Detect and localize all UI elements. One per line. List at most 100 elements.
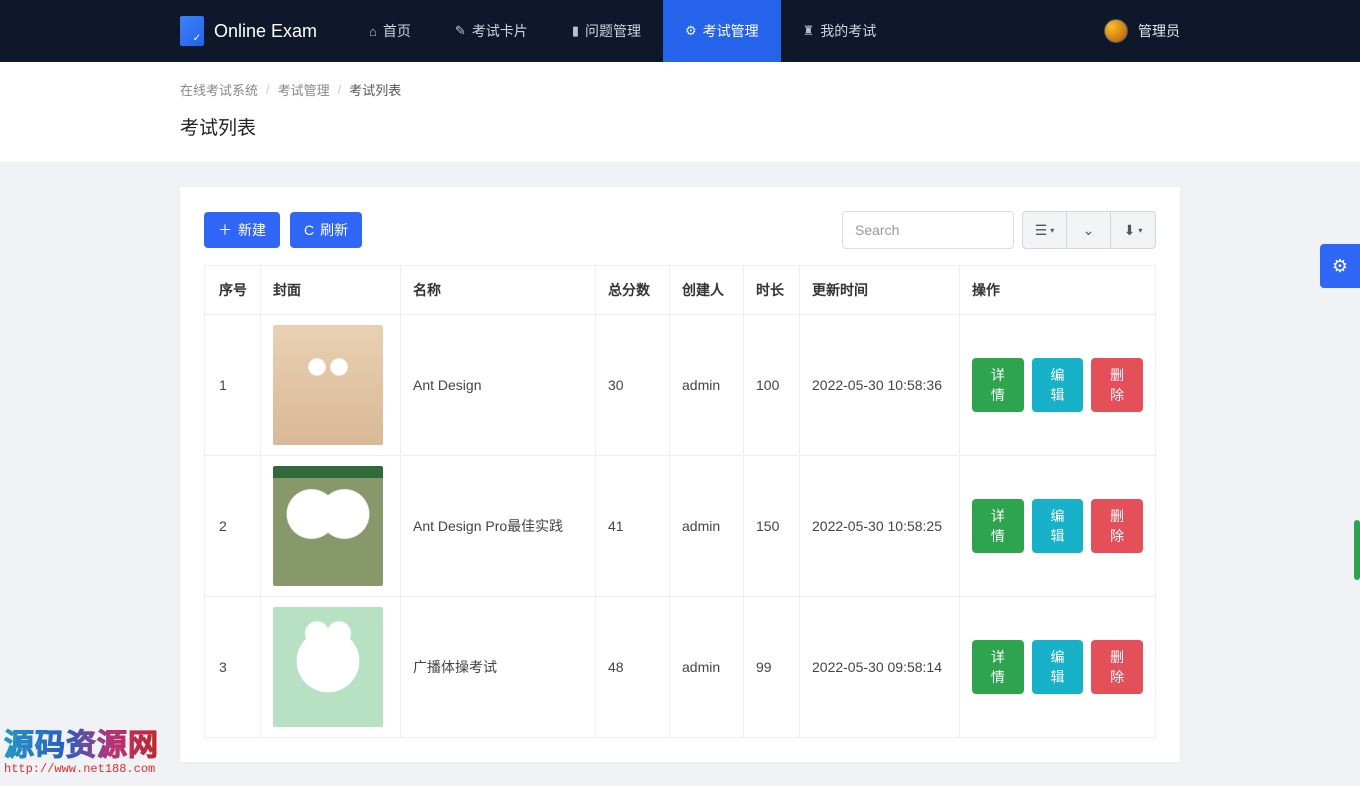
cell-total: 30 xyxy=(596,315,670,456)
plus-icon: ＋ xyxy=(218,220,232,240)
cell-index: 1 xyxy=(205,315,261,456)
detail-button[interactable]: 详情 xyxy=(972,640,1024,694)
col-total: 总分数 xyxy=(596,266,670,315)
cell-actions: 详情 编辑 删除 xyxy=(960,597,1156,738)
cell-actions: 详情 编辑 删除 xyxy=(960,315,1156,456)
search-input[interactable] xyxy=(842,211,1014,249)
new-button[interactable]: ＋ 新建 xyxy=(204,212,280,248)
caret-down-icon: ▾ xyxy=(1050,226,1054,235)
table-row: 3 广播体操考试 48 admin 99 2022-05-30 09:58:14… xyxy=(205,597,1156,738)
home-icon: ⌂ xyxy=(369,24,377,39)
cell-duration: 100 xyxy=(744,315,800,456)
settings-fab[interactable]: ⚙ xyxy=(1320,244,1360,288)
cell-duration: 99 xyxy=(744,597,800,738)
page-header: 在线考试系统 / 考试管理 / 考试列表 考试列表 xyxy=(0,62,1360,163)
brand-name: Online Exam xyxy=(214,21,317,42)
cell-updated: 2022-05-30 09:58:14 xyxy=(800,597,960,738)
toolbar-right: ☰▾ ⌄ ⬇▾ xyxy=(842,211,1156,249)
table-card: ＋ 新建 C 刷新 ☰▾ ⌄ ⬇▾ xyxy=(180,187,1180,762)
logo-icon xyxy=(180,16,204,46)
cell-cover xyxy=(261,456,401,597)
edit-button[interactable]: 编辑 xyxy=(1032,499,1084,553)
col-index: 序号 xyxy=(205,266,261,315)
cell-duration: 150 xyxy=(744,456,800,597)
detail-button[interactable]: 详情 xyxy=(972,358,1024,412)
exam-table: 序号 封面 名称 总分数 创建人 时长 更新时间 操作 1 Ant Design… xyxy=(204,265,1156,738)
nav-label: 我的考试 xyxy=(820,21,876,41)
nav-exam-mgmt[interactable]: ⚙ 考试管理 xyxy=(663,0,781,62)
cover-image xyxy=(273,325,383,445)
watermark-url: http://www.net188.com xyxy=(4,762,159,776)
cell-cover xyxy=(261,315,401,456)
button-label: 新建 xyxy=(238,220,266,240)
col-actions: 操作 xyxy=(960,266,1156,315)
delete-button[interactable]: 删除 xyxy=(1091,358,1143,412)
view-controls: ☰▾ ⌄ ⬇▾ xyxy=(1022,211,1156,249)
cell-total: 41 xyxy=(596,456,670,597)
breadcrumb-item[interactable]: 在线考试系统 xyxy=(180,80,258,99)
breadcrumb-separator: / xyxy=(266,82,270,97)
cell-updated: 2022-05-30 10:58:25 xyxy=(800,456,960,597)
delete-button[interactable]: 删除 xyxy=(1091,499,1143,553)
user-menu[interactable]: 管理员 xyxy=(1104,19,1180,43)
brand[interactable]: Online Exam xyxy=(180,16,317,46)
col-updated: 更新时间 xyxy=(800,266,960,315)
caret-down-icon: ▾ xyxy=(1138,226,1142,235)
cell-index: 2 xyxy=(205,456,261,597)
delete-button[interactable]: 删除 xyxy=(1091,640,1143,694)
cover-image xyxy=(273,607,383,727)
nav-question-mgmt[interactable]: ▮ 问题管理 xyxy=(550,0,663,62)
edit-icon: ✎ xyxy=(455,23,466,39)
breadcrumb-separator: / xyxy=(338,82,342,97)
document-icon: ▮ xyxy=(572,23,579,39)
col-cover: 封面 xyxy=(261,266,401,315)
cell-updated: 2022-05-30 10:58:36 xyxy=(800,315,960,456)
cell-name: 广播体操考试 xyxy=(401,597,596,738)
cell-name: Ant Design Pro最佳实践 xyxy=(401,456,596,597)
main-nav: ⌂ 首页 ✎ 考试卡片 ▮ 问题管理 ⚙ 考试管理 ♜ 我的考试 xyxy=(347,0,898,62)
refresh-icon: C xyxy=(304,222,314,238)
scroll-indicator xyxy=(1354,520,1360,580)
watermark: 源码资源网 http://www.net188.com xyxy=(4,720,159,776)
nav-label: 考试管理 xyxy=(703,21,759,41)
export-button[interactable]: ⬇▾ xyxy=(1111,212,1155,248)
gear-icon: ⚙ xyxy=(685,23,697,39)
cell-total: 48 xyxy=(596,597,670,738)
refresh-button[interactable]: C 刷新 xyxy=(290,212,362,248)
edit-button[interactable]: 编辑 xyxy=(1032,358,1084,412)
edit-button[interactable]: 编辑 xyxy=(1032,640,1084,694)
nav-exam-card[interactable]: ✎ 考试卡片 xyxy=(433,0,550,62)
button-label: 刷新 xyxy=(320,220,348,240)
nav-label: 问题管理 xyxy=(585,21,641,41)
chevron-down-icon: ⌄ xyxy=(1083,222,1095,239)
table-row: 2 Ant Design Pro最佳实践 41 admin 150 2022-0… xyxy=(205,456,1156,597)
avatar xyxy=(1104,19,1128,43)
nav-home[interactable]: ⌂ 首页 xyxy=(347,0,433,62)
nav-my-exam[interactable]: ♜ 我的考试 xyxy=(781,0,899,62)
col-creator: 创建人 xyxy=(670,266,744,315)
breadcrumb: 在线考试系统 / 考试管理 / 考试列表 xyxy=(180,80,1180,99)
breadcrumb-item-current: 考试列表 xyxy=(349,80,401,99)
page-title: 考试列表 xyxy=(180,113,1180,140)
cover-image xyxy=(273,466,383,586)
download-icon: ⬇ xyxy=(1124,222,1136,239)
gear-icon: ⚙ xyxy=(1332,256,1348,277)
col-name: 名称 xyxy=(401,266,596,315)
user-name: 管理员 xyxy=(1138,21,1180,41)
cell-name: Ant Design xyxy=(401,315,596,456)
detail-button[interactable]: 详情 xyxy=(972,499,1024,553)
cell-creator: admin xyxy=(670,456,744,597)
table-header-row: 序号 封面 名称 总分数 创建人 时长 更新时间 操作 xyxy=(205,266,1156,315)
cell-actions: 详情 编辑 删除 xyxy=(960,456,1156,597)
top-header: Online Exam ⌂ 首页 ✎ 考试卡片 ▮ 问题管理 ⚙ 考试管理 ♜ … xyxy=(0,0,1360,62)
toolbar: ＋ 新建 C 刷新 ☰▾ ⌄ ⬇▾ xyxy=(204,211,1156,249)
content-area: ＋ 新建 C 刷新 ☰▾ ⌄ ⬇▾ xyxy=(0,163,1360,786)
expand-button[interactable]: ⌄ xyxy=(1067,212,1111,248)
columns-button[interactable]: ☰▾ xyxy=(1023,212,1067,248)
cell-cover xyxy=(261,597,401,738)
breadcrumb-item[interactable]: 考试管理 xyxy=(278,80,330,99)
cell-creator: admin xyxy=(670,597,744,738)
user-icon: ♜ xyxy=(803,23,815,39)
col-duration: 时长 xyxy=(744,266,800,315)
list-icon: ☰ xyxy=(1035,222,1048,239)
